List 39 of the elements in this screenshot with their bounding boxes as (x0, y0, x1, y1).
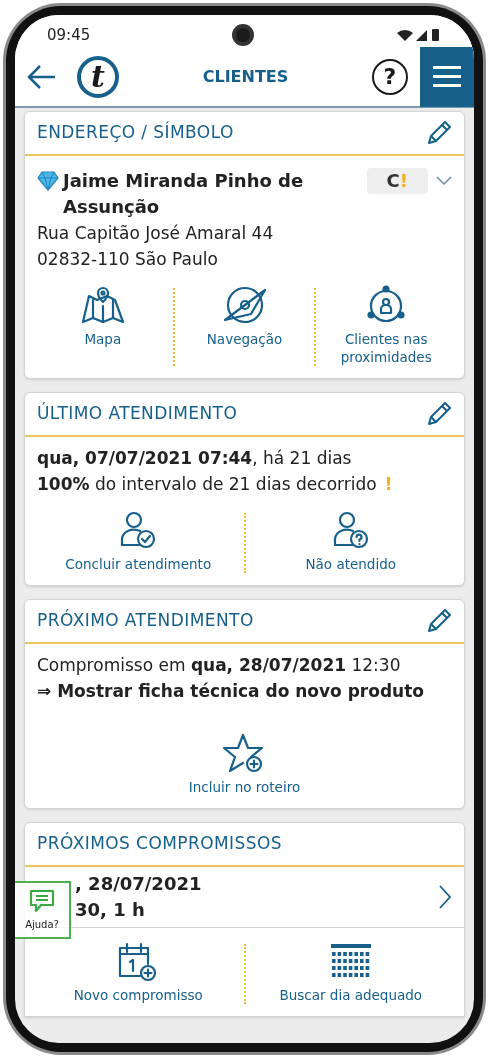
appointment-topic: ⇒ Mostrar ficha técnica do novo produto (37, 680, 425, 703)
back-arrow-icon[interactable] (27, 63, 57, 90)
action-button[interactable]: Incluir no roteiro (33, 732, 456, 800)
action-button[interactable]: Não atendido (245, 509, 456, 577)
menu-button[interactable] (420, 46, 474, 107)
appointment-line: 30, 1 h (75, 898, 146, 922)
action-button[interactable]: Mapa (33, 284, 173, 370)
card-title: ENDEREÇO / SÍMBOLO (37, 120, 234, 145)
status-time: 09:45 (47, 24, 91, 46)
appointment-text: Compromisso em qua, 28/07/2021 12:30 (37, 654, 402, 677)
app-logo: t (77, 55, 119, 98)
edit-icon[interactable] (426, 120, 452, 146)
category-badge[interactable]: C! (366, 168, 428, 194)
card-title: ÚLTIMO ATENDIMENTO (37, 401, 238, 426)
chevron-down-icon[interactable] (436, 176, 452, 186)
address-line: Rua Capitão José Amaral 44 (37, 222, 275, 245)
edit-icon[interactable] (426, 608, 452, 634)
visit-date: qua, 07/07/2021 07:44, há 21 dias (37, 447, 353, 470)
help-tooltip[interactable]: Ajuda? (15, 881, 71, 939)
chevron-right-icon (438, 884, 452, 910)
camera-icon (232, 24, 255, 46)
action-button[interactable]: Novo compromisso (33, 940, 244, 1008)
action-button[interactable]: Clientes nas proximidades (316, 284, 456, 370)
page-title: CLIENTES (201, 65, 290, 88)
address-line: 02832-110 São Paulo (37, 248, 219, 271)
card-title: PRÓXIMOS COMPROMISSOS (37, 831, 282, 856)
diamond-icon (37, 171, 59, 191)
action-button[interactable]: Navegação (174, 284, 315, 370)
chat-icon (29, 888, 55, 913)
action-button[interactable]: Buscar dia adequado (245, 940, 456, 1008)
interval-text: 100% do intervalo de 21 dias decorrido (37, 473, 377, 496)
card-title: PRÓXIMO ATENDIMENTO (37, 608, 254, 633)
edit-icon[interactable] (426, 401, 452, 427)
appointment-line: , 28/07/2021 (75, 872, 203, 896)
client-name: Jaime Miranda Pinho de Assunção (63, 169, 305, 219)
warning-mark: ! (384, 473, 393, 496)
help-button[interactable]: ? (372, 58, 408, 95)
action-button[interactable]: Concluir atendimento (33, 509, 244, 577)
status-icons (396, 28, 442, 42)
